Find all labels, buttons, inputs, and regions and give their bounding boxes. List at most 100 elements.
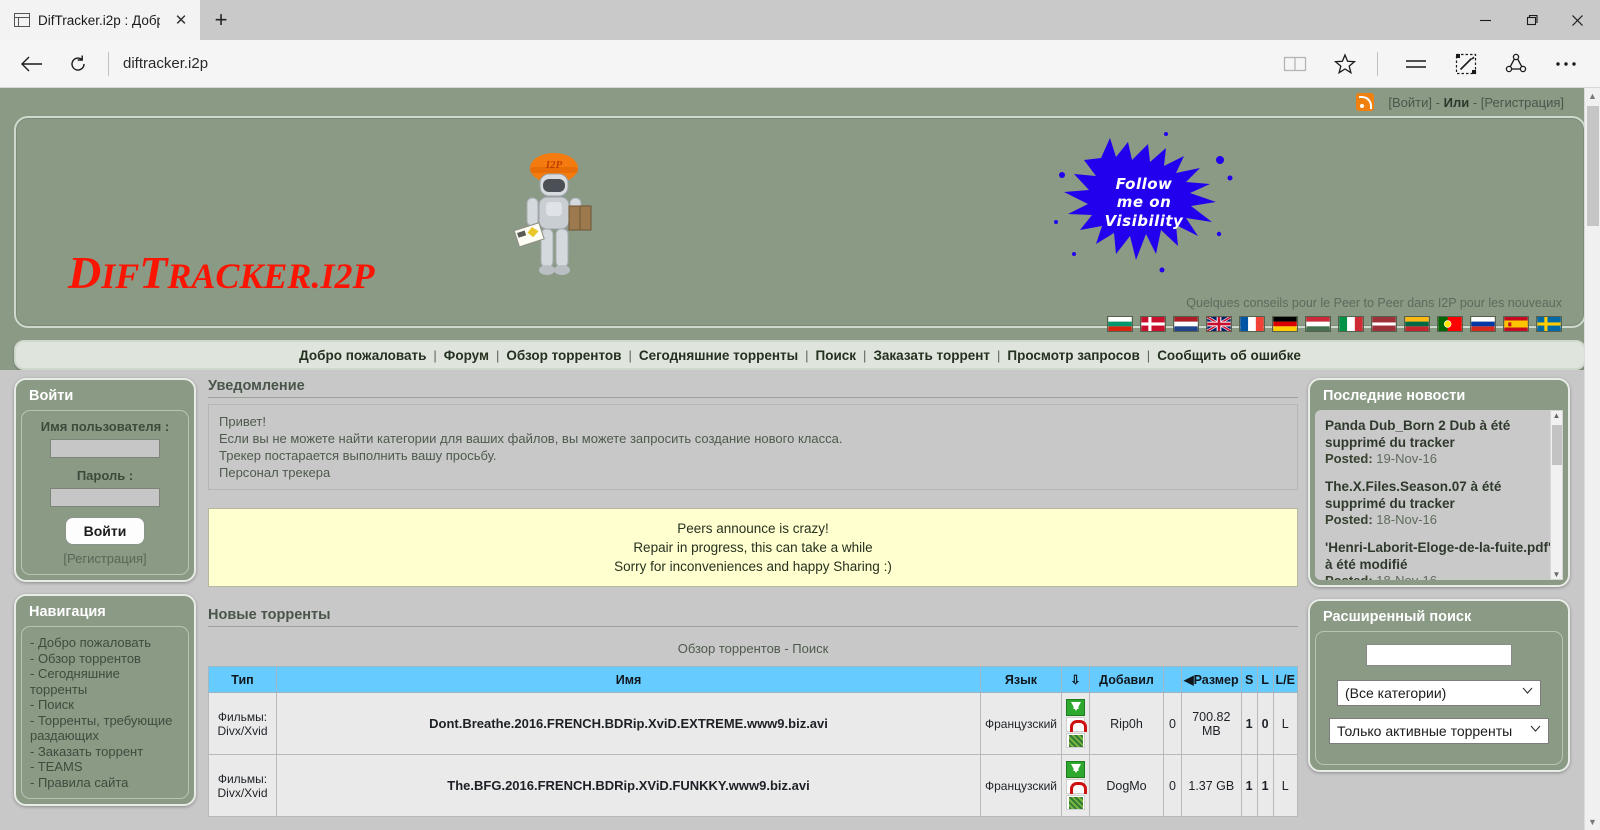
flag-latvia-icon[interactable] [1371, 316, 1397, 332]
sidebar-item-welcome[interactable]: - Добро пожаловать [28, 635, 182, 651]
status-select[interactable]: Только активные торренты [1329, 718, 1549, 744]
register-link[interactable]: [Регистрация] [1481, 95, 1564, 110]
row-download-cell[interactable] [1061, 692, 1090, 755]
password-input[interactable] [50, 488, 160, 507]
col-header-comments[interactable] [1163, 666, 1182, 693]
login-link[interactable]: [Войти] [1388, 95, 1432, 110]
health-leaf-icon[interactable] [1066, 795, 1085, 810]
row-name[interactable]: The.BFG.2016.FRENCH.BDRip.XViD.FUNKKY.ww… [276, 754, 981, 817]
sidebar-item-search[interactable]: - Поиск [28, 697, 182, 713]
flag-germany-icon[interactable] [1272, 316, 1298, 332]
news-scroll-up-icon[interactable]: ▲ [1553, 411, 1561, 420]
sidebar-item-rules[interactable]: - Правила сайта [28, 775, 182, 791]
col-header-language[interactable]: Язык [980, 666, 1062, 693]
back-arrow-icon[interactable] [10, 44, 54, 84]
list-item[interactable]: The.X.Files.Season.07 à été supprimé du … [1325, 479, 1553, 527]
row-type[interactable]: Фильмы: Divx/Xvid [208, 692, 277, 755]
flag-lithuania-icon[interactable] [1404, 316, 1430, 332]
nav-item-todays-torrents[interactable]: Сегодняшние торренты [632, 348, 805, 363]
flag-spain-icon[interactable] [1503, 316, 1529, 332]
sidebar-item-need-seeders[interactable]: - Торренты, требующие раздающих [28, 713, 182, 744]
page-scrollbar[interactable]: ▲ ▼ [1584, 88, 1600, 830]
magnet-link-icon[interactable] [1066, 717, 1087, 732]
share-icon[interactable] [1492, 44, 1540, 84]
news-scroll-down-icon[interactable]: ▼ [1553, 570, 1561, 579]
news-item-title[interactable]: The.X.Files.Season.07 à été supprimé du … [1325, 479, 1553, 512]
flag-sweden-icon[interactable] [1536, 316, 1562, 332]
flag-italy-icon[interactable] [1338, 316, 1364, 332]
register-link-sidebar[interactable]: [Регистрация] [28, 551, 182, 566]
new-tab-button[interactable]: + [200, 0, 242, 40]
col-header-download-icon[interactable]: ⇩ [1061, 666, 1090, 693]
category-select[interactable]: (Все категории) [1337, 680, 1541, 706]
col-header-le[interactable]: L/E [1272, 666, 1299, 693]
logo-if: IF [101, 256, 140, 296]
minimize-button[interactable] [1462, 0, 1508, 40]
flag-denmark-icon[interactable] [1140, 316, 1166, 332]
robot-mascot-image: I2P [513, 153, 592, 275]
flag-hungary-icon[interactable] [1305, 316, 1331, 332]
list-item[interactable]: Panda Dub_Born 2 Dub à été supprimé du t… [1325, 418, 1553, 466]
row-download-cell[interactable] [1061, 754, 1090, 817]
col-header-name[interactable]: Имя [276, 666, 981, 693]
flag-portugal-icon[interactable] [1437, 316, 1463, 332]
sidebar-item-browse[interactable]: - Обзор торрентов [28, 651, 182, 667]
settings-ellipsis-icon[interactable] [1542, 44, 1590, 84]
sidebar-item-request[interactable]: - Заказать торрент [28, 744, 182, 760]
news-item-title[interactable]: Panda Dub_Born 2 Dub à été supprimé du t… [1325, 418, 1553, 451]
flag-netherlands-icon[interactable] [1173, 316, 1199, 332]
col-header-seeders[interactable]: S [1240, 666, 1258, 693]
flag-france-icon[interactable] [1239, 316, 1265, 332]
rss-icon[interactable] [1356, 93, 1375, 111]
row-added-by[interactable]: Rip0h [1089, 692, 1164, 755]
download-arrow-icon[interactable] [1066, 699, 1085, 716]
news-scrollbar-thumb[interactable] [1552, 425, 1562, 465]
nav-item-view-requests[interactable]: Просмотр запросов [1000, 348, 1146, 363]
nav-item-browse-torrents[interactable]: Обзор торрентов [499, 348, 628, 363]
refresh-icon[interactable] [56, 44, 100, 84]
row-added-by[interactable]: DogMo [1089, 754, 1164, 817]
favorites-star-icon[interactable] [1321, 44, 1369, 84]
tab-title: DifTracker.i2p : Добро п [38, 12, 160, 28]
magnet-link-icon[interactable] [1066, 779, 1087, 794]
scroll-up-icon[interactable]: ▲ [1588, 88, 1597, 104]
download-arrow-icon[interactable] [1066, 761, 1085, 778]
nav-item-request-torrent[interactable]: Заказать торрент [866, 348, 997, 363]
close-window-button[interactable] [1554, 0, 1600, 40]
row-name[interactable]: Dont.Breathe.2016.FRENCH.BDRip.XviD.EXTR… [276, 692, 981, 755]
news-item-title[interactable]: 'Henri-Laborit-Eloge-de-la-fuite.pdf' à … [1325, 540, 1553, 573]
address-bar[interactable]: diftracker.i2p [123, 44, 1269, 84]
col-header-leechers[interactable]: L [1256, 666, 1274, 693]
browser-tab[interactable]: DifTracker.i2p : Добро п ✕ [0, 0, 200, 40]
sidebar-item-teams[interactable]: - TEAMS [28, 759, 182, 775]
hub-lines-icon[interactable] [1392, 44, 1440, 84]
nav-item-forum[interactable]: Форум [437, 348, 496, 363]
maximize-button[interactable] [1508, 0, 1554, 40]
flag-bulgaria-icon[interactable] [1107, 316, 1133, 332]
follow-me-splat-image[interactable]: Follow me on Visibility [1044, 130, 1244, 275]
health-leaf-icon[interactable] [1066, 733, 1085, 748]
advanced-search-input[interactable] [1366, 644, 1512, 666]
username-input[interactable] [50, 439, 160, 458]
flag-united-kingdom-icon[interactable] [1206, 316, 1232, 332]
web-note-pen-icon[interactable] [1442, 44, 1490, 84]
list-item[interactable]: 'Henri-Laborit-Eloge-de-la-fuite.pdf' à … [1325, 540, 1553, 580]
reading-view-book-icon[interactable] [1271, 44, 1319, 84]
scrollbar-thumb[interactable] [1587, 106, 1599, 226]
col-header-added-by[interactable]: Добавил [1089, 666, 1164, 693]
nav-item-search[interactable]: Поиск [809, 348, 864, 363]
table-row[interactable]: Фильмы: Divx/Xvid Dont.Breathe.2016.FREN… [208, 692, 1299, 755]
site-logo[interactable]: DIFTRACKER.I2P [68, 246, 374, 299]
sidebar-item-today[interactable]: - Сегодняшние торренты [28, 666, 182, 697]
col-header-size[interactable]: ◀Размер [1181, 666, 1242, 693]
news-scrollbar[interactable]: ▲ ▼ [1550, 410, 1563, 580]
flag-russia-icon[interactable] [1470, 316, 1496, 332]
scroll-down-icon[interactable]: ▼ [1588, 814, 1597, 830]
tab-close-icon[interactable]: ✕ [168, 7, 194, 33]
table-row[interactable]: Фильмы: Divx/Xvid The.BFG.2016.FRENCH.BD… [208, 754, 1299, 817]
login-submit-button[interactable]: Войти [64, 517, 146, 545]
col-header-type[interactable]: Тип [208, 666, 277, 693]
row-type[interactable]: Фильмы: Divx/Xvid [208, 754, 277, 817]
nav-item-welcome[interactable]: Добро пожаловать [292, 348, 433, 363]
nav-item-report-bug[interactable]: Сообщить об ошибке [1150, 348, 1308, 363]
